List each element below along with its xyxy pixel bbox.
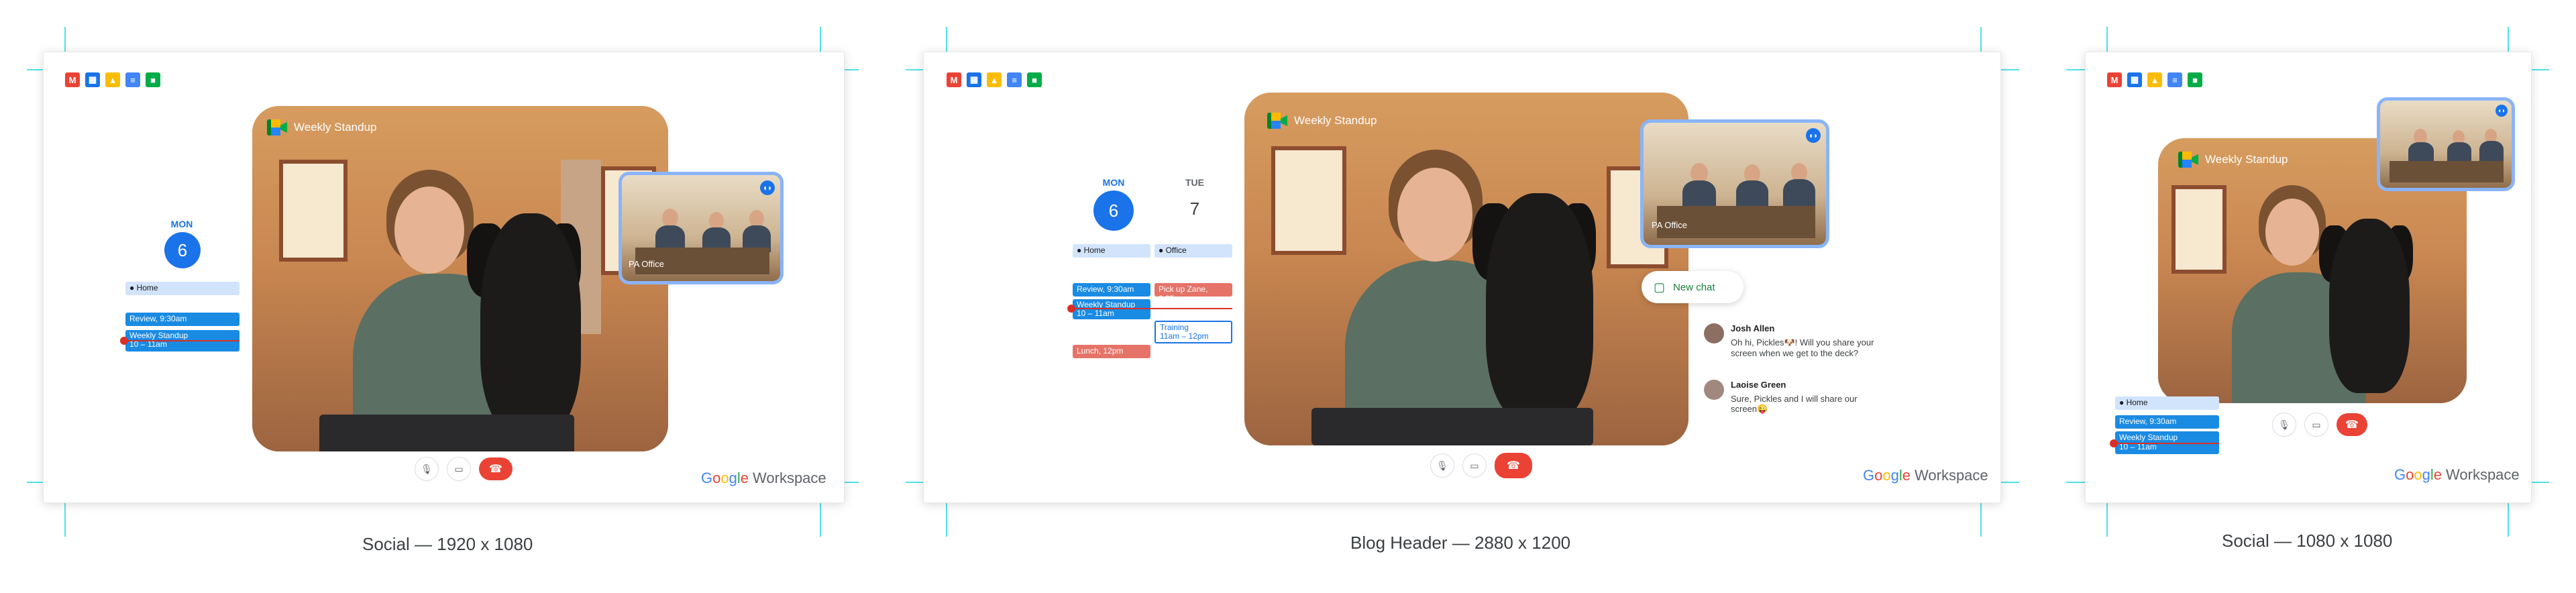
docs-icon: ≡: [2167, 72, 2182, 87]
drive-icon: ▲: [987, 72, 1002, 87]
workspace-wordmark: Workspace: [1915, 467, 1988, 484]
google-wordmark: Google: [1863, 467, 1911, 484]
end-call-button[interactable]: ☎: [1495, 453, 1532, 478]
event-pick-up-zane[interactable]: Pick up Zane, 9:35a: [1155, 283, 1232, 303]
event-weekly-standup[interactable]: Weekly Standup 10 – 11am: [1073, 299, 1150, 319]
gmail-icon: M: [65, 72, 80, 87]
google-workspace-logo: Google Workspace: [1863, 467, 1988, 484]
calendar-day-label: MON: [1102, 177, 1125, 188]
chat-bubble-icon: ▢: [1654, 280, 1666, 294]
camera-button[interactable]: ▭: [447, 457, 471, 481]
video-feed: Weekly Standup: [1244, 93, 1688, 445]
speaking-icon: ◖◗: [760, 180, 775, 195]
calendar-icon: ▦: [85, 72, 100, 87]
meeting-header: Weekly Standup: [1267, 113, 1377, 129]
meeting-header: Weekly Standup: [2178, 152, 2288, 168]
google-wordmark: Google: [2394, 466, 2443, 483]
meet-icon: ■: [1027, 72, 1042, 87]
event-office[interactable]: ● Office: [1155, 244, 1232, 258]
social-1920-frame: M ▦ ▲ ≡ ■ MON 6 ● Home Review, 9:30am We…: [43, 52, 845, 503]
avatar: [1704, 323, 1724, 343]
chat-message: Laoise Green Sure, Pickles and I will sh…: [1731, 380, 1858, 414]
meeting-title: Weekly Standup: [294, 121, 377, 133]
google-wordmark: Google: [701, 470, 749, 486]
event-review[interactable]: Review, 9:30am: [2115, 415, 2219, 429]
call-controls: 🎙 ▭ ☎: [2272, 413, 2367, 437]
calendar-date[interactable]: 6: [164, 232, 201, 268]
workspace-wordmark: Workspace: [2446, 466, 2520, 483]
gmail-icon: M: [2107, 72, 2122, 87]
meeting-title: Weekly Standup: [2205, 153, 2288, 166]
new-chat-button[interactable]: ▢ New chat: [1642, 271, 1743, 303]
social-1080-frame: M ▦ ▲ ≡ ■ Weekly Standup ◖◗ ● Home Revie…: [2085, 52, 2532, 503]
participant-thumbnail[interactable]: PA Office ◖◗: [619, 172, 784, 284]
current-time-line: [125, 340, 239, 341]
meeting-title: Weekly Standup: [1294, 114, 1377, 127]
new-chat-label: New chat: [1673, 281, 1715, 293]
meet-logo-icon: [267, 119, 287, 136]
mic-button[interactable]: 🎙: [1430, 453, 1454, 478]
gmail-icon: M: [947, 72, 961, 87]
event-training[interactable]: Training 11am – 12pm: [1155, 321, 1232, 343]
meet-icon: ■: [2188, 72, 2202, 87]
thumbnail-label: PA Office: [1652, 220, 1687, 230]
panel-caption: Blog Header — 2880 x 1200: [1350, 533, 1571, 553]
docs-icon: ≡: [1007, 72, 1022, 87]
drive-icon: ▲: [105, 72, 120, 87]
event-home[interactable]: ● Home: [1073, 244, 1150, 258]
workspace-wordmark: Workspace: [753, 470, 826, 486]
event-lunch[interactable]: Lunch, 12pm: [1073, 345, 1150, 358]
current-time-line: [2115, 443, 2219, 444]
app-icons: M ▦ ▲ ≡ ■: [2107, 72, 2202, 87]
end-call-button[interactable]: ☎: [479, 457, 513, 480]
end-call-button[interactable]: ☎: [2337, 413, 2367, 436]
call-controls: 🎙 ▭ ☎: [415, 457, 513, 481]
panel-caption: Social — 1080 x 1080: [2222, 531, 2393, 551]
event-review[interactable]: Review, 9:30am: [125, 313, 239, 326]
app-icons: M ▦ ▲ ≡ ■: [947, 72, 1042, 87]
participant-thumbnail[interactable]: PA Office ◖◗: [1640, 119, 1829, 248]
drive-icon: ▲: [2147, 72, 2162, 87]
google-workspace-logo: Google Workspace: [701, 470, 826, 487]
participant-thumbnail[interactable]: ◖◗: [2377, 97, 2515, 191]
call-controls: 🎙 ▭ ☎: [1430, 453, 1532, 478]
calendar-icon: ▦: [2127, 72, 2142, 87]
app-icons: M ▦ ▲ ≡ ■: [65, 72, 160, 87]
meet-logo-icon: [1267, 113, 1287, 129]
camera-button[interactable]: ▭: [1462, 453, 1487, 478]
event-home[interactable]: ● Home: [2115, 396, 2219, 410]
speaking-icon: ◖◗: [1806, 128, 1821, 143]
event-review[interactable]: Review, 9:30am: [1073, 283, 1150, 296]
panel-caption: Social — 1920 x 1080: [362, 534, 533, 554]
camera-button[interactable]: ▭: [2304, 413, 2328, 437]
meet-icon: ■: [146, 72, 160, 87]
thumbnail-label: PA Office: [629, 259, 664, 269]
blog-header-frame: M ▦ ▲ ≡ ■ MON 6 TUE 7 ● Home ● Office Re…: [923, 52, 2001, 503]
calendar-date[interactable]: 7: [1175, 199, 1215, 219]
calendar-day-label: MON: [170, 219, 193, 229]
meeting-header: Weekly Standup: [267, 119, 376, 136]
docs-icon: ≡: [125, 72, 140, 87]
avatar: [1704, 380, 1724, 400]
meet-logo-icon: [2178, 152, 2198, 168]
speaking-icon: ◖◗: [2496, 105, 2508, 117]
video-feed: Weekly Standup: [252, 106, 668, 451]
event-home[interactable]: ● Home: [125, 282, 239, 295]
mic-button[interactable]: 🎙: [2272, 413, 2296, 437]
calendar-icon: ▦: [967, 72, 981, 87]
calendar-day-label: TUE: [1185, 177, 1204, 188]
calendar-date[interactable]: 6: [1093, 191, 1134, 231]
chat-message: Josh Allen Oh hi, Pickles🐶! Will you sha…: [1731, 323, 1874, 358]
google-workspace-logo: Google Workspace: [2394, 466, 2520, 484]
mic-button[interactable]: 🎙: [415, 457, 439, 481]
current-time-line: [1073, 308, 1232, 309]
